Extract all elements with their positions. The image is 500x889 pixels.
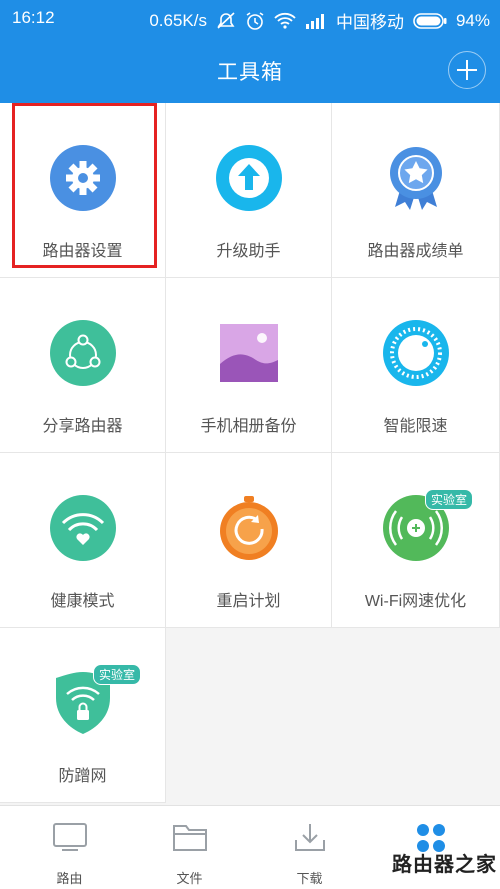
tool-label: Wi-Fi网速优化: [364, 593, 467, 610]
tool-smart-speed-limit[interactable]: 智能限速: [332, 278, 500, 453]
tool-label: 重启计划: [216, 593, 281, 610]
lab-badge: 实验室: [93, 664, 142, 685]
monitor-icon: [52, 823, 87, 851]
tool-health-mode[interactable]: 健康模式: [0, 453, 166, 628]
tool-restart-schedule[interactable]: 重启计划: [166, 453, 332, 628]
lab-badge: 实验室: [425, 489, 474, 510]
mute-icon: [216, 11, 236, 30]
tool-label: 升级助手: [216, 243, 281, 260]
tool-label: 智能限速: [383, 418, 448, 435]
tool-label: 防蹭网: [58, 768, 107, 785]
download-icon: [294, 824, 325, 851]
tool-grid: 路由器设置 升级助手 路由器成绩单 分享路由器 手机相册备份 智能限速 健康模式…: [0, 103, 500, 805]
upgrade-arrow-icon: [215, 145, 282, 211]
restart-timer-icon: [219, 496, 278, 560]
network-speed: 0.65K/s: [149, 10, 207, 30]
tool-router-report[interactable]: 路由器成绩单: [332, 103, 500, 278]
tool-label: 路由器成绩单: [367, 243, 464, 260]
tool-label: 分享路由器: [42, 418, 123, 435]
tool-wifi-speed-optimize[interactable]: 实验室 Wi-Fi网速优化: [332, 453, 500, 628]
battery-icon: [413, 12, 447, 29]
photo-album-icon: [219, 324, 278, 382]
wifi-icon: [274, 12, 296, 29]
watermark: 路由器之家: [392, 854, 497, 876]
app-header: 工具箱: [0, 36, 500, 103]
folder-icon: [172, 825, 207, 851]
gear-icon: [49, 145, 116, 211]
tool-label: 健康模式: [50, 593, 115, 610]
tool-photo-backup[interactable]: 手机相册备份: [166, 278, 332, 453]
tool-anti-leech[interactable]: 实验室 防蹭网: [0, 628, 166, 803]
tab-label: 路由: [56, 871, 83, 886]
tab-router[interactable]: 路由: [7, 816, 132, 889]
tool-label: 手机相册备份: [200, 418, 297, 435]
page-title: 工具箱: [217, 61, 283, 84]
carrier-name: 中国移动: [335, 13, 404, 32]
plus-icon[interactable]: [448, 51, 486, 89]
tool-router-settings[interactable]: 路由器设置: [0, 103, 166, 278]
tab-label: 下载: [296, 871, 323, 886]
battery-percent: 94%: [455, 10, 490, 30]
status-time: 16:12: [12, 8, 55, 27]
speed-dial-icon: [382, 320, 449, 386]
signal-icon: [305, 13, 327, 29]
alarm-icon: [245, 11, 265, 31]
tool-share-router[interactable]: 分享路由器: [0, 278, 166, 453]
status-bar: 16:12 0.65K/s 中国移动 94%: [0, 0, 500, 36]
tool-label: 路由器设置: [42, 243, 123, 260]
tool-upgrade-assistant[interactable]: 升级助手: [166, 103, 332, 278]
tab-downloads[interactable]: 下载: [247, 816, 372, 889]
medal-star-icon: [389, 147, 442, 210]
wifi-heart-icon: [49, 495, 116, 561]
tab-files[interactable]: 文件: [127, 816, 252, 889]
tab-label: 文件: [176, 871, 203, 886]
share-icon: [49, 320, 116, 386]
